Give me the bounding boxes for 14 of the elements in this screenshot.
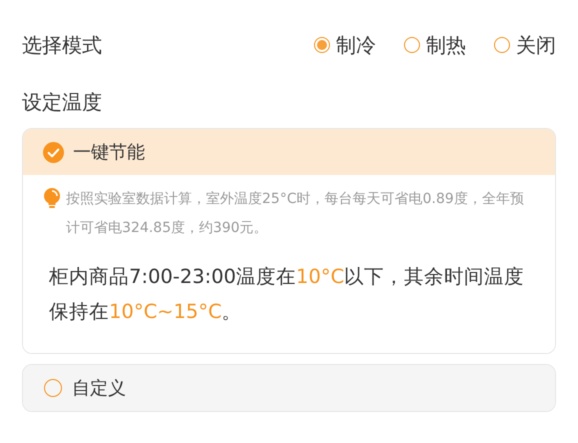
mode-radio[interactable]: 制冷 xyxy=(314,32,376,58)
section-title: 设定温度 xyxy=(22,89,103,116)
plan-header[interactable]: 一键节能 xyxy=(23,129,555,175)
plan-label: 一键节能 xyxy=(73,141,145,164)
mode-radio[interactable]: 关闭 xyxy=(494,32,556,58)
plan-description: 柜内商品7:00-23:00温度在10°C以下，其余时间温度保持在10°C~15°C。 xyxy=(48,264,526,325)
check-icon xyxy=(43,142,64,162)
mode-radio[interactable]: 制热 xyxy=(404,32,466,58)
plan-label: 自定义 xyxy=(72,377,126,400)
lightbulb-icon xyxy=(43,188,61,210)
plan-header[interactable]: 自定义 xyxy=(23,365,555,411)
radio-icon xyxy=(44,379,62,397)
section-title: 选择模式 xyxy=(22,32,102,58)
tip-text: 按照实验室数据计算，室外温度25°C时，每台每天可省电0.89度，全年预计可省电324.85度，约390元。 xyxy=(66,190,525,238)
